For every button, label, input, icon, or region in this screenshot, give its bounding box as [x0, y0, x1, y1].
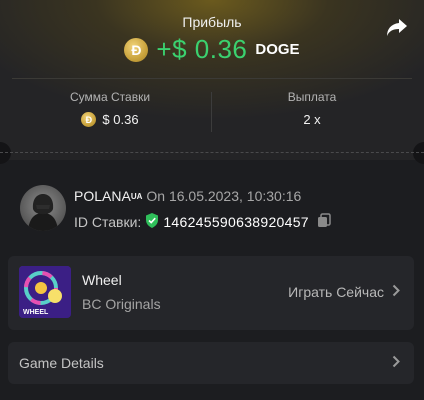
avatar[interactable] — [20, 185, 66, 231]
payout-stat: Выплата 2 x — [212, 90, 412, 127]
bet-amount-stat: Сумма Ставки Ð $ 0.36 — [10, 90, 210, 127]
payout-label: Выплата — [287, 90, 337, 104]
bet-date: On 16.05.2023, 10:30:16 — [146, 188, 302, 204]
game-card[interactable]: WHEEL Wheel BC Originals Играть Сейчас — [8, 256, 414, 330]
doge-coin-icon: Ð — [124, 37, 149, 62]
profit-amount: +$ 0.36 — [156, 34, 248, 64]
bet-user-info: POLANAUA On 16.05.2023, 10:30:16 ID Ставк… — [18, 182, 408, 242]
share-icon[interactable] — [386, 18, 408, 38]
chevron-right-icon — [392, 284, 400, 300]
profit-title: Прибыль — [182, 14, 242, 30]
play-now-label: Играть Сейчас — [288, 284, 384, 300]
bet-amount-label: Сумма Ставки — [69, 90, 151, 104]
country-flag: UA — [130, 192, 143, 201]
copy-icon[interactable] — [317, 213, 331, 231]
header-divider — [12, 78, 412, 79]
game-details-row[interactable]: Game Details — [8, 342, 414, 384]
bet-amount-value: $ 0.36 — [102, 112, 139, 127]
verified-shield-icon — [145, 213, 159, 231]
game-name: Wheel — [82, 272, 122, 288]
chevron-right-icon — [392, 355, 400, 373]
doge-coin-icon: Ð — [81, 112, 97, 127]
bet-id-value: 146245590638920457 — [163, 214, 309, 230]
game-details-label: Game Details — [19, 355, 104, 371]
payout-value-row: 2 x — [212, 112, 412, 127]
ticket-perforation — [0, 152, 424, 153]
bet-summary-card: Прибыль Ð +$ 0.36 DOGE Сумма Ставки Ð $ … — [0, 0, 424, 152]
wheel-game-thumbnail[interactable]: WHEEL — [19, 266, 71, 318]
payout-value: 2 x — [303, 112, 321, 127]
bet-amount-value-row: Ð $ 0.36 — [10, 112, 210, 127]
username[interactable]: POLANA — [74, 188, 131, 204]
ticket-notch-right — [413, 142, 424, 164]
bet-id-label: ID Ставки: — [74, 214, 142, 230]
profit-currency: DOGE — [255, 41, 300, 58]
user-line: POLANAUA On 16.05.2023, 10:30:16 — [74, 188, 301, 204]
profit-row: Ð +$ 0.36 DOGE — [0, 34, 424, 65]
game-provider: BC Originals — [82, 296, 161, 312]
bet-id-line: ID Ставки: 146245590638920457 — [74, 213, 331, 231]
play-now-link[interactable]: Играть Сейчас — [288, 284, 400, 300]
thumbnail-label: WHEEL — [23, 309, 49, 316]
